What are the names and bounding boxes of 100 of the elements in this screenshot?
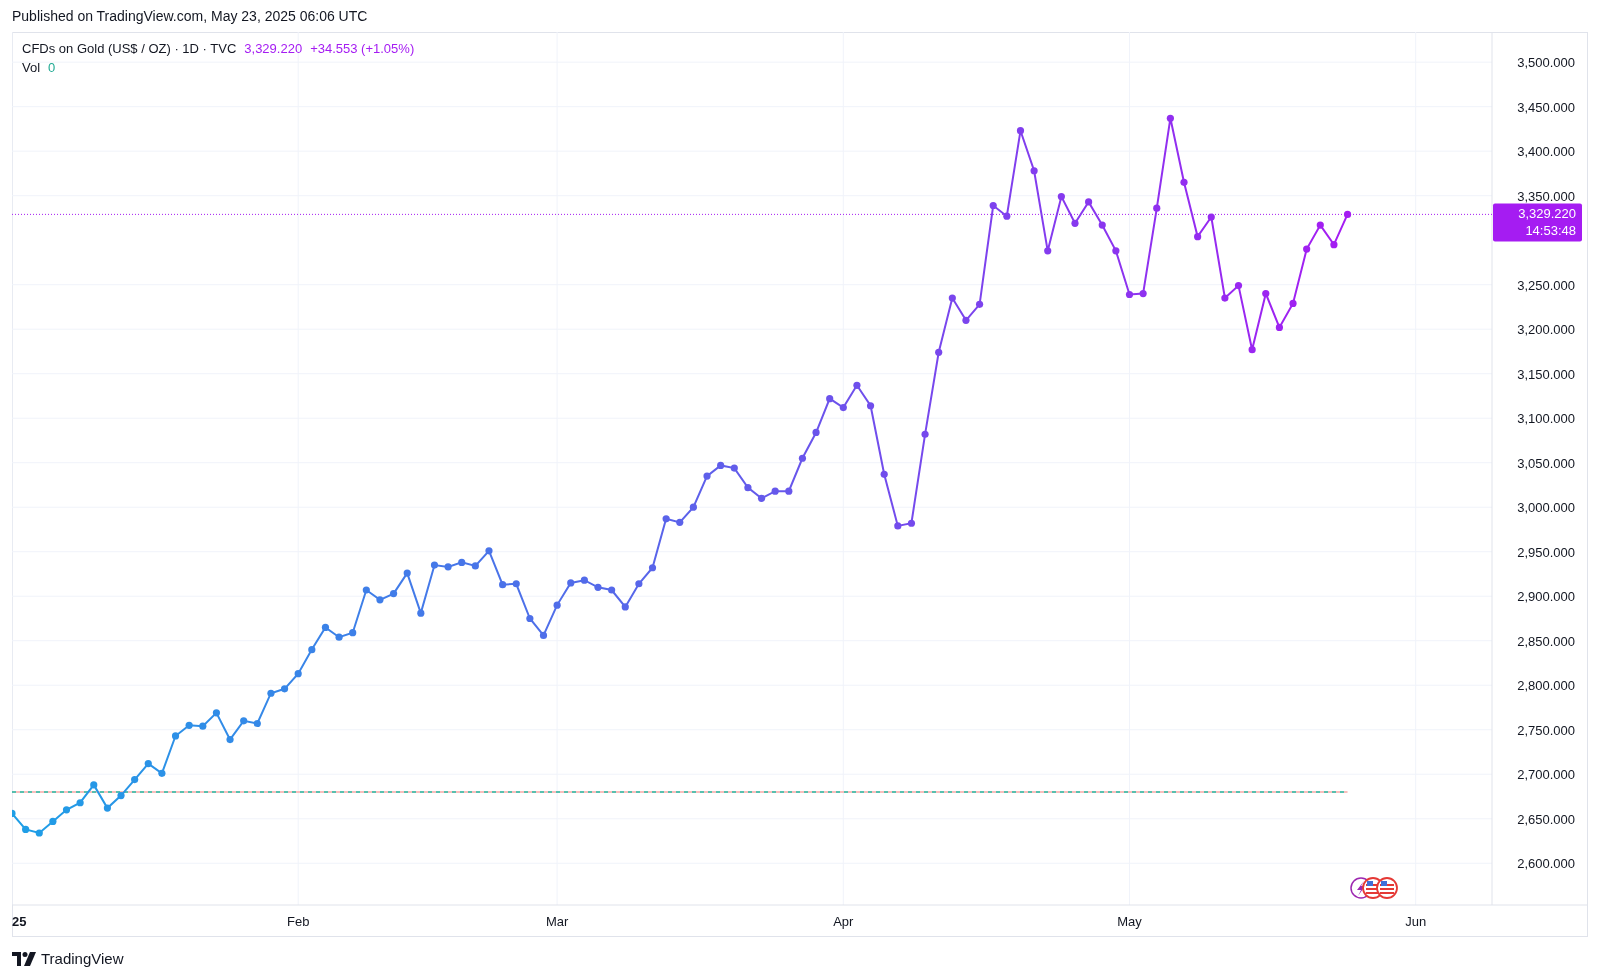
axis-label: 2,700.000 <box>1517 767 1575 783</box>
data-point <box>948 294 956 302</box>
countdown-timer: 14:53:48 <box>1525 223 1576 239</box>
data-point <box>703 472 711 480</box>
data-point <box>648 564 657 572</box>
axis-label: May <box>1117 914 1142 929</box>
data-point <box>12 809 16 817</box>
data-point <box>308 646 316 654</box>
data-point <box>76 799 84 807</box>
axis-label: 3,500.000 <box>1517 55 1575 71</box>
data-point <box>935 348 943 356</box>
data-point <box>608 586 616 594</box>
data-point <box>158 769 166 777</box>
data-point <box>1125 290 1134 299</box>
data-point <box>839 403 847 412</box>
flag-icon <box>1376 877 1398 899</box>
data-point <box>866 402 875 410</box>
logo-icon <box>12 951 36 966</box>
data-point <box>580 576 588 584</box>
data-point <box>757 494 766 502</box>
data-point <box>526 614 534 623</box>
axis-label: 3,400.000 <box>1517 144 1575 160</box>
data-point <box>1275 323 1283 331</box>
data-point <box>103 804 111 812</box>
data-point <box>90 781 98 789</box>
volume-label: Vol <box>22 60 41 75</box>
data-point <box>1166 114 1174 122</box>
data-point <box>1207 213 1215 221</box>
data-point <box>1098 221 1106 229</box>
volume-value: 0 <box>48 60 56 75</box>
axis-label: 3,150.000 <box>1517 366 1575 382</box>
axis-label: 2,850.000 <box>1517 633 1575 649</box>
data-point <box>1003 212 1011 220</box>
data-point <box>798 454 806 462</box>
data-point <box>976 300 984 308</box>
data-point <box>171 732 180 740</box>
data-point <box>1112 247 1120 255</box>
axis-label: Mar <box>545 914 569 929</box>
data-point <box>676 518 684 526</box>
data-point <box>962 316 970 324</box>
data-point <box>1221 294 1229 302</box>
data-point <box>1316 221 1324 229</box>
data-point <box>921 430 929 438</box>
data-point <box>335 633 343 641</box>
symbol-title: CFDs on Gold (US$ / OZ) · 1D · TVC <box>22 41 237 56</box>
data-point <box>1194 233 1202 241</box>
data-point <box>199 722 207 730</box>
data-point <box>567 579 575 587</box>
data-point <box>212 709 220 717</box>
data-point <box>1044 247 1052 255</box>
data-point <box>621 603 629 611</box>
data-point <box>131 776 139 784</box>
data-point <box>35 829 43 837</box>
data-point <box>512 580 520 588</box>
data-point <box>1016 127 1025 135</box>
axis-label: 3,100.000 <box>1517 411 1575 427</box>
axis-label: 3,200.000 <box>1517 322 1575 338</box>
data-point <box>185 721 193 729</box>
data-point <box>853 381 861 389</box>
data-point <box>539 631 548 639</box>
data-point <box>22 825 30 834</box>
data-point <box>430 561 439 569</box>
data-point <box>689 503 697 511</box>
data-point <box>226 735 234 744</box>
axis-label: Jun <box>1405 914 1427 929</box>
data-point <box>989 201 997 210</box>
data-point <box>907 519 916 527</box>
data-point <box>1057 193 1065 201</box>
data-point <box>444 563 452 571</box>
data-point <box>390 589 398 598</box>
data-point <box>62 806 71 814</box>
data-point <box>880 470 888 478</box>
axis-label: 3,350.000 <box>1517 188 1575 204</box>
data-point <box>1343 210 1352 218</box>
data-point <box>826 395 834 403</box>
publish-note: Published on TradingView.com, May 23, 2025 06:06 UTC <box>12 8 368 24</box>
data-point <box>594 583 602 591</box>
data-point <box>267 689 275 697</box>
axis-label: 2,900.000 <box>1517 589 1575 605</box>
data-point <box>785 487 793 495</box>
data-point <box>771 487 779 495</box>
data-point <box>1262 290 1270 298</box>
axis-label: 25 <box>12 914 27 929</box>
price-change: +34.553 (+1.05%) <box>310 41 415 56</box>
data-point <box>730 464 738 472</box>
axis-label: 2,800.000 <box>1517 678 1575 694</box>
data-point <box>144 759 152 768</box>
data-point <box>1180 178 1188 186</box>
data-point <box>458 558 466 566</box>
data-point <box>280 685 289 693</box>
data-point <box>1139 290 1147 298</box>
data-point <box>1071 219 1079 227</box>
last-price: 3,329.220 <box>244 41 303 56</box>
axis-label: Feb <box>287 914 310 929</box>
data-point <box>362 586 370 594</box>
data-point <box>635 580 643 588</box>
data-point <box>1289 299 1297 307</box>
axis-label: 3,000.000 <box>1517 500 1575 516</box>
data-point <box>321 623 330 631</box>
data-point <box>1153 204 1161 212</box>
